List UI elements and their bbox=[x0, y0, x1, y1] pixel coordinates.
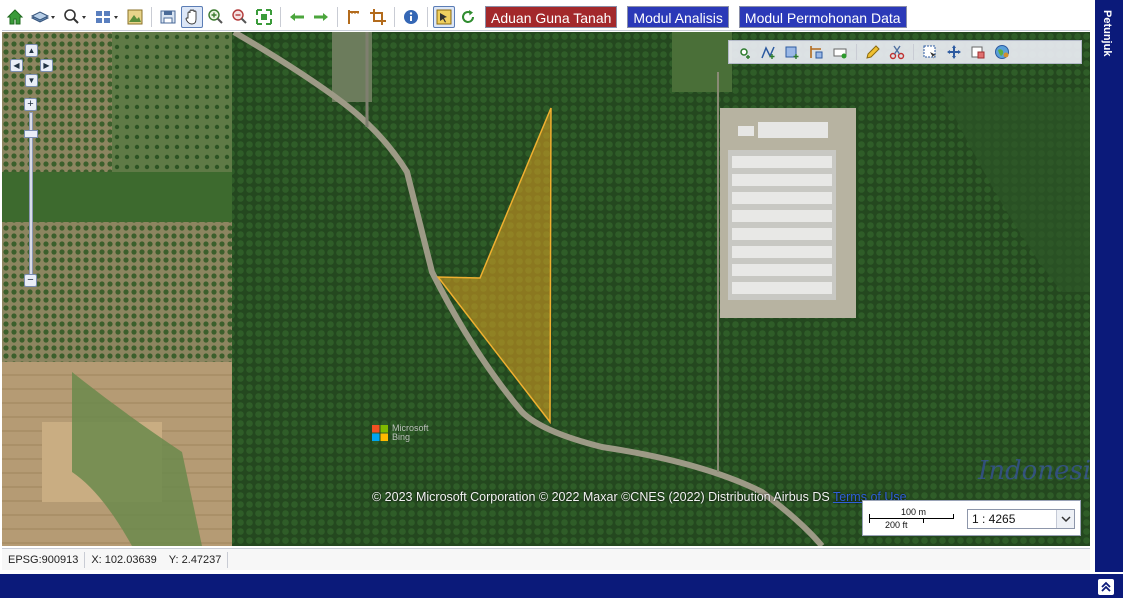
pan-hand-icon[interactable] bbox=[181, 5, 203, 28]
move-icon[interactable] bbox=[943, 42, 965, 62]
refresh-icon[interactable] bbox=[457, 6, 479, 28]
zoom-minus-button[interactable]: − bbox=[24, 274, 37, 287]
previous-extent-icon[interactable] bbox=[286, 6, 308, 28]
pan-up-button[interactable]: ▲ bbox=[25, 44, 38, 57]
grid-view-icon[interactable] bbox=[92, 6, 122, 28]
map-image-icon[interactable] bbox=[124, 6, 146, 28]
add-line-icon[interactable] bbox=[757, 42, 779, 62]
info-icon[interactable] bbox=[400, 6, 422, 28]
erase-icon[interactable] bbox=[967, 42, 989, 62]
scale-bar: 100 m 200 ft bbox=[869, 507, 959, 531]
pan-right-button[interactable]: ▶ bbox=[40, 59, 53, 72]
scale-label-imperial: 200 ft bbox=[885, 520, 908, 530]
add-polygon-icon[interactable] bbox=[781, 42, 803, 62]
toolbar-separator bbox=[151, 6, 152, 27]
modul-analisis-button[interactable]: Modul Analisis bbox=[627, 5, 729, 28]
edit-toolbar-separator bbox=[913, 44, 914, 60]
satellite-imagery bbox=[2, 32, 1090, 546]
map-toolbar: Aduan Guna Tanah Modul Analisis Modul Pe… bbox=[2, 3, 1090, 31]
pan-down-button[interactable]: ▼ bbox=[25, 74, 38, 87]
toolbar-separator bbox=[280, 6, 281, 27]
scale-ratio-value: 1 : 4265 bbox=[972, 512, 1016, 526]
globe-icon[interactable] bbox=[991, 42, 1013, 62]
full-extent-icon[interactable] bbox=[253, 6, 275, 28]
help-side-panel[interactable]: Petunjuk bbox=[1095, 0, 1123, 572]
toolbar-separator bbox=[427, 6, 428, 27]
crop-icon[interactable] bbox=[367, 6, 389, 28]
next-extent-icon[interactable] bbox=[310, 6, 332, 28]
delete-feature-icon[interactable] bbox=[829, 42, 851, 62]
crs-readout: EPSG:900913 bbox=[2, 551, 86, 568]
map-viewport[interactable]: ▲ ◀ ▶ ▼ + − Microsoft Bing Indones © 202… bbox=[2, 32, 1090, 546]
zoom-out-icon[interactable] bbox=[229, 6, 251, 28]
attribution-text: © 2023 Microsoft Corporation © 2022 Maxa… bbox=[372, 490, 830, 504]
zoom-search-icon[interactable] bbox=[60, 6, 90, 28]
save-map-icon[interactable] bbox=[157, 6, 179, 28]
toolbar-separator bbox=[337, 6, 338, 27]
petunjuk-label[interactable]: Petunjuk bbox=[1101, 10, 1113, 56]
edit-toolbar bbox=[728, 40, 1082, 64]
y-coordinate-readout: Y: 2.47237 bbox=[163, 551, 229, 568]
scale-control: 100 m 200 ft 1 : 4265 bbox=[862, 500, 1081, 536]
modul-permohonan-data-button[interactable]: Modul Permohonan Data bbox=[738, 5, 907, 28]
microsoft-logo-icon bbox=[372, 425, 388, 441]
app-frame: Aduan Guna Tanah Modul Analisis Modul Pe… bbox=[0, 0, 1123, 598]
main-panel: Aduan Guna Tanah Modul Analisis Modul Pe… bbox=[0, 0, 1095, 572]
pan-navigator: ▲ ◀ ▶ ▼ bbox=[10, 42, 56, 90]
bing-logo-line2: Bing bbox=[392, 432, 411, 442]
cut-scissors-icon[interactable] bbox=[886, 42, 908, 62]
edit-vertex-icon[interactable] bbox=[805, 42, 827, 62]
edit-toolbar-separator bbox=[856, 44, 857, 60]
add-point-icon[interactable] bbox=[733, 42, 755, 62]
measure-icon[interactable] bbox=[343, 6, 365, 28]
bottom-panel-bar bbox=[0, 572, 1123, 598]
toolbar-separator bbox=[394, 6, 395, 27]
chevron-down-icon[interactable] bbox=[1056, 510, 1074, 528]
double-chevron-up-icon bbox=[1101, 581, 1111, 592]
map-attribution: © 2023 Microsoft Corporation © 2022 Maxa… bbox=[372, 490, 907, 504]
aduan-guna-tanah-button[interactable]: Aduan Guna Tanah bbox=[485, 5, 618, 28]
zoom-slider[interactable]: + − bbox=[24, 98, 38, 290]
home-icon[interactable] bbox=[4, 6, 26, 28]
scale-label-metric: 100 m bbox=[901, 507, 927, 517]
scale-ratio-select[interactable]: 1 : 4265 bbox=[967, 509, 1075, 529]
select-box-icon[interactable] bbox=[919, 42, 941, 62]
select-feature-icon[interactable] bbox=[433, 5, 455, 28]
pan-left-button[interactable]: ◀ bbox=[10, 59, 23, 72]
status-bar: EPSG:900913 X: 102.03639 Y: 2.47237 bbox=[2, 548, 1090, 570]
layers-icon[interactable] bbox=[28, 6, 58, 28]
zoom-plus-button[interactable]: + bbox=[24, 98, 37, 111]
watermark-text: Indonesia bbox=[978, 456, 1090, 486]
zoom-handle[interactable] bbox=[24, 130, 38, 138]
x-coordinate-readout: X: 102.03639 bbox=[91, 553, 157, 566]
draw-pencil-icon[interactable] bbox=[862, 42, 884, 62]
bing-logo: Microsoft Bing bbox=[372, 424, 429, 442]
expand-panel-button[interactable] bbox=[1098, 579, 1114, 595]
zoom-in-icon[interactable] bbox=[205, 6, 227, 28]
